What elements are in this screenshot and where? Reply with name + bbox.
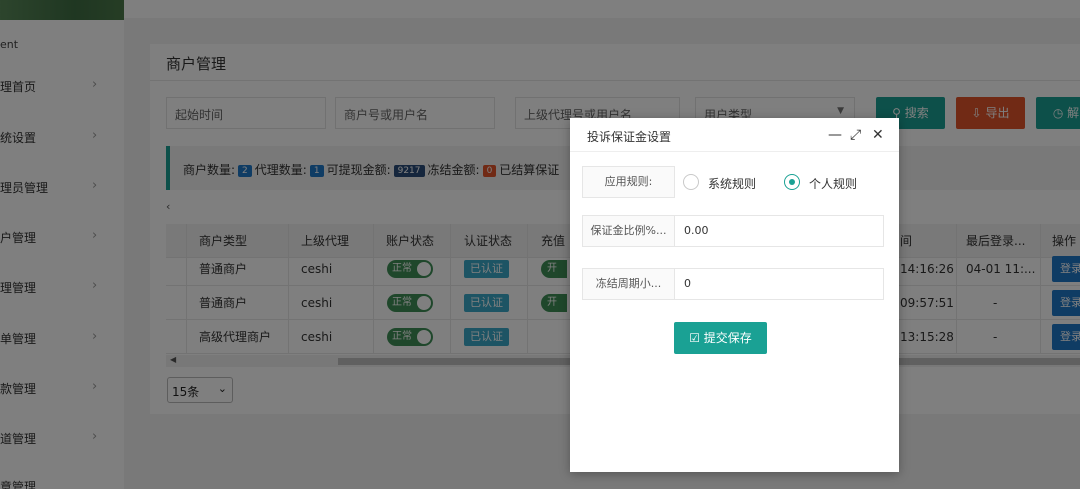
- modal-overlay[interactable]: [0, 0, 1080, 489]
- freeze-period-input[interactable]: 0: [674, 268, 884, 300]
- dialog-title: 投诉保证金设置: [587, 130, 672, 144]
- radio-system-rule[interactable]: [683, 174, 699, 190]
- deposit-ratio-input[interactable]: 0.00: [674, 215, 884, 247]
- close-icon[interactable]: ✕: [872, 125, 884, 145]
- radio-system-rule-label[interactable]: 系统规则: [708, 175, 756, 192]
- radio-personal-rule-label[interactable]: 个人规则: [809, 175, 857, 192]
- maximize-icon[interactable]: ⤢: [850, 125, 861, 145]
- submit-save-button[interactable]: ☑ 提交保存: [674, 322, 767, 354]
- submit-save-label: 提交保存: [703, 331, 752, 345]
- minimize-icon[interactable]: —: [828, 125, 842, 145]
- freeze-period-label: 冻结周期小...: [582, 268, 675, 300]
- check-square-icon: ☑: [689, 331, 700, 345]
- rule-label: 应用规则:: [582, 166, 675, 198]
- deposit-ratio-label: 保证金比例%...: [582, 215, 675, 247]
- radio-personal-rule[interactable]: [784, 174, 800, 190]
